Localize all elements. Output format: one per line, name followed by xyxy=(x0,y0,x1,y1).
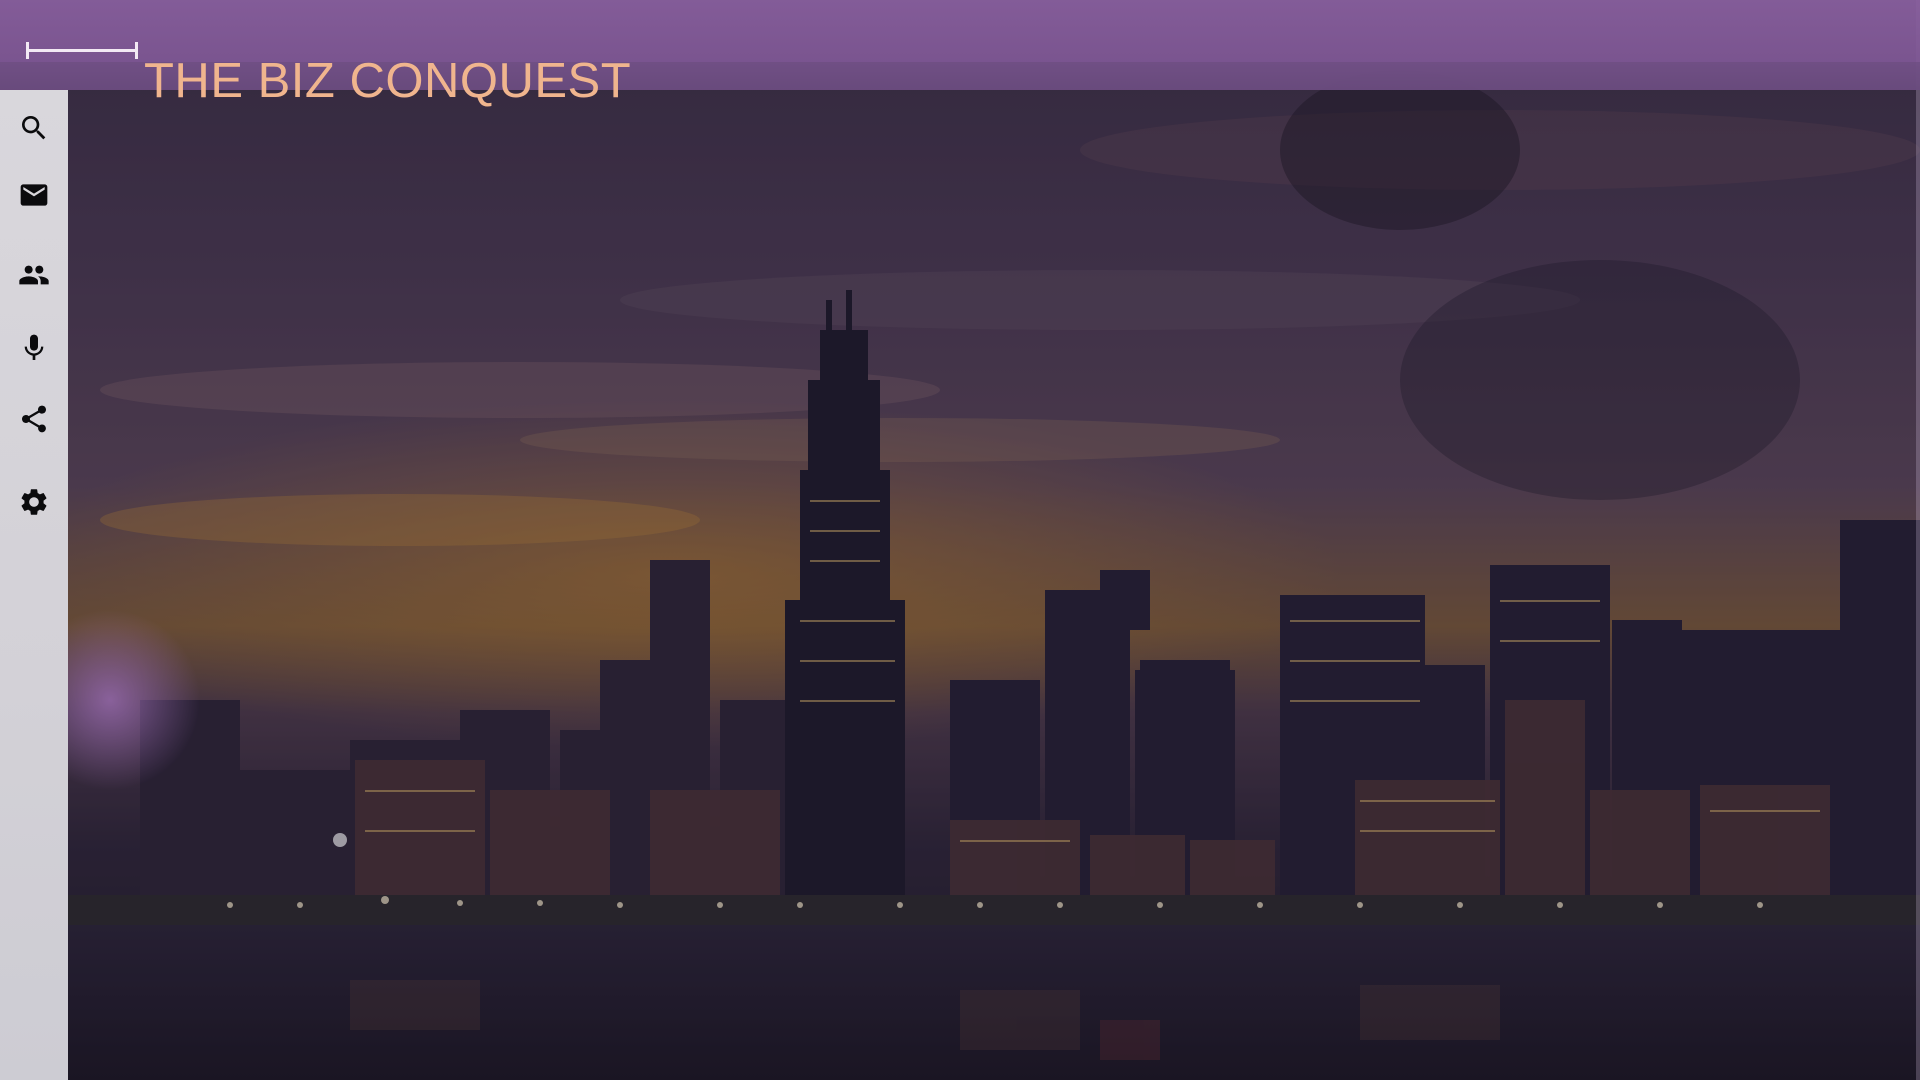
sidebar-item-settings[interactable] xyxy=(0,474,68,530)
horizontal-slider-icon[interactable] xyxy=(24,38,140,62)
top-header: THE BIZ CONQUEST xyxy=(0,0,1920,108)
share-icon xyxy=(22,405,46,433)
sidebar-item-mail[interactable] xyxy=(0,167,68,223)
people-icon xyxy=(19,265,49,285)
sidebar-item-microphone[interactable] xyxy=(0,320,68,376)
microphone-icon xyxy=(24,334,44,360)
sidebar-item-people[interactable] xyxy=(0,247,68,303)
sidebar xyxy=(0,90,68,1080)
right-edge-line xyxy=(1916,0,1920,1080)
slider-bar xyxy=(26,49,138,52)
sidebar-item-search[interactable] xyxy=(0,100,68,156)
sidebar-item-share[interactable] xyxy=(0,391,68,447)
search-icon xyxy=(22,116,46,140)
gear-icon xyxy=(21,489,47,515)
background-city-skyline-image xyxy=(0,0,1920,1080)
site-title[interactable]: THE BIZ CONQUEST xyxy=(144,53,631,109)
slider-cap-right xyxy=(135,42,138,59)
mail-icon xyxy=(20,184,48,206)
slider-cap-left xyxy=(26,42,29,59)
